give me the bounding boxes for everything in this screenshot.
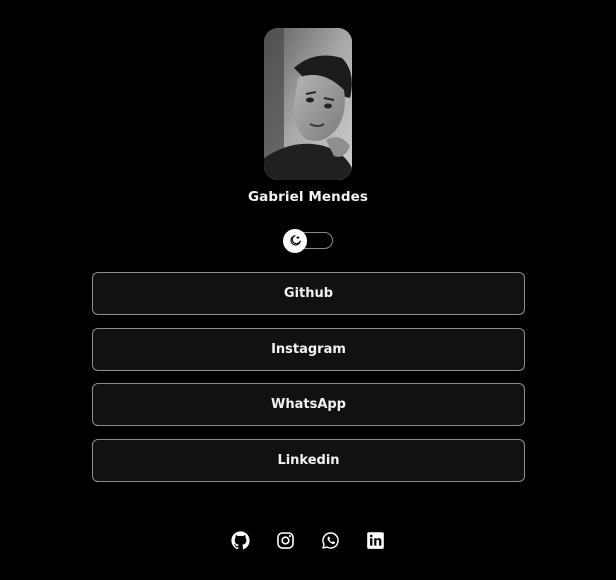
link-list: Github Instagram WhatsApp Linkedin [92,272,525,494]
moon-icon [290,235,301,246]
whatsapp-icon[interactable] [321,531,340,550]
page: Gabriel Mendes Github Instagram WhatsApp… [0,0,616,580]
toggle-knob[interactable] [283,229,307,253]
github-icon[interactable] [231,531,250,550]
whatsapp-link-button[interactable]: WhatsApp [92,383,525,426]
github-link-button[interactable]: Github [92,272,525,315]
avatar-photo [264,28,352,180]
instagram-link-button[interactable]: Instagram [92,327,525,371]
theme-toggle[interactable] [283,229,334,253]
social-icons [0,531,616,550]
linkedin-link-button[interactable]: Linkedin [92,438,525,482]
avatar [264,28,352,180]
instagram-icon[interactable] [276,531,295,550]
linkedin-icon[interactable] [366,531,385,550]
profile-name: Gabriel Mendes [247,189,369,205]
